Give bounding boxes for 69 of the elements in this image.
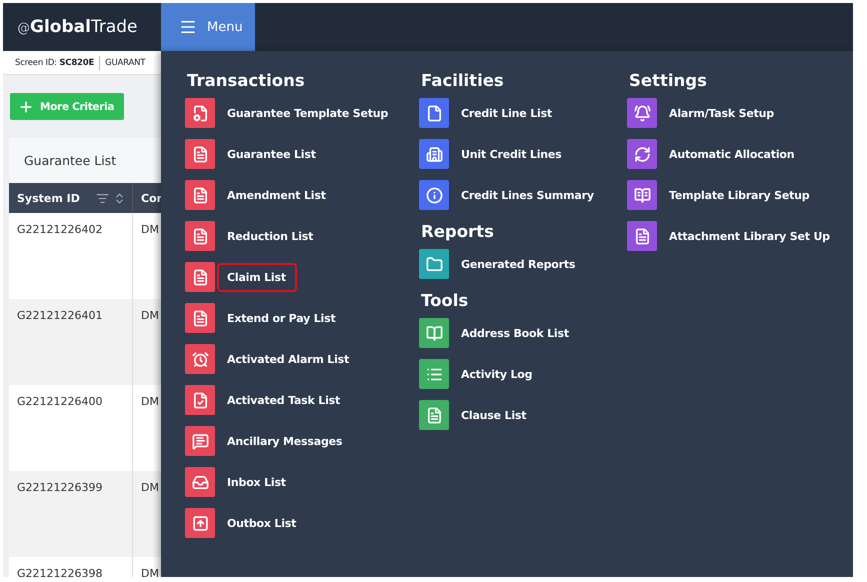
screen-id-label: Screen ID: SC820E [15, 58, 94, 68]
file-icon[interactable] [419, 98, 449, 128]
menu-item[interactable]: Extend or Pay List [217, 304, 347, 332]
section-title: Facilities [421, 71, 505, 90]
menu-item[interactable]: Activated Task List [217, 386, 352, 414]
table-cell: G22121226401 [17, 309, 103, 322]
document-icon[interactable] [627, 221, 657, 251]
logo: @GlobalTrade [16, 17, 138, 37]
menu-icon [179, 18, 197, 36]
column-header[interactable]: Cor [141, 192, 162, 204]
document-icon[interactable] [185, 221, 215, 251]
menu-item[interactable]: Attachment Library Set Up [659, 222, 841, 250]
table-cell: G22121226402 [17, 223, 103, 236]
menu-item[interactable]: Guarantee List [217, 140, 327, 168]
table-cell: DM [141, 567, 159, 577]
menu-item[interactable]: Reduction List [217, 222, 324, 250]
building-icon[interactable] [419, 139, 449, 169]
folder-icon[interactable] [419, 249, 449, 279]
table-cell: DM [141, 481, 159, 494]
section-title: Settings [629, 71, 708, 90]
table-cell: G22121226398 [17, 567, 103, 577]
menu-item[interactable]: Alarm/Task Setup [659, 98, 785, 128]
table-cell: G22121226400 [17, 395, 103, 408]
alarm-clock-icon[interactable] [185, 344, 215, 374]
document-gear-icon[interactable] [185, 98, 215, 128]
menu-item[interactable]: Guarantee Template Setup [217, 98, 400, 128]
document-icon[interactable] [185, 139, 215, 169]
outbox-icon[interactable] [185, 508, 215, 538]
menu-item[interactable]: Ancillary Messages [217, 426, 354, 456]
menu-item[interactable]: Activated Alarm List [217, 344, 360, 374]
document-icon[interactable] [185, 180, 215, 210]
menu-item[interactable]: Generated Reports [451, 250, 586, 278]
book-icon[interactable] [419, 318, 449, 348]
table-cell: DM [141, 395, 159, 408]
table-cell: DM [141, 309, 159, 322]
menu-item[interactable]: Claim List [217, 262, 297, 292]
menu-item[interactable]: Activity Log [451, 360, 544, 388]
inbox-icon[interactable] [185, 467, 215, 497]
table-cell: DM [141, 223, 159, 236]
menu-item[interactable]: Template Library Setup [659, 180, 820, 210]
menu-button[interactable]: Menu [161, 3, 255, 51]
menu-item[interactable]: Inbox List [217, 468, 297, 496]
refresh-icon[interactable] [627, 139, 657, 169]
menu-item[interactable]: Credit Line List [451, 98, 563, 128]
table-title: Guarantee List [24, 153, 116, 168]
message-icon[interactable] [185, 426, 215, 456]
menu-item[interactable]: Address Book List [451, 318, 580, 348]
menu-item[interactable]: Clause List [451, 400, 538, 430]
document-check-icon[interactable] [185, 385, 215, 415]
plus-icon [18, 98, 34, 114]
filter-icon[interactable] [96, 192, 109, 204]
section-title: Transactions [187, 71, 306, 90]
document-icon[interactable] [419, 400, 449, 430]
bell-icon[interactable] [627, 98, 657, 128]
document-icon[interactable] [185, 303, 215, 333]
list-icon[interactable] [419, 359, 449, 389]
menu-item[interactable]: Credit Lines Summary [451, 180, 605, 210]
menu-item[interactable]: Automatic Allocation [659, 140, 806, 168]
section-title: Tools [421, 291, 470, 310]
document-icon[interactable] [185, 262, 215, 292]
menu-item[interactable]: Unit Credit Lines [451, 140, 573, 168]
info-icon[interactable] [419, 180, 449, 210]
menu-item[interactable]: Amendment List [217, 180, 337, 210]
menu-item[interactable]: Outbox List [217, 508, 308, 538]
section-title: Reports [421, 222, 495, 241]
reader-icon[interactable] [627, 180, 657, 210]
table-cell: G22121226399 [17, 481, 103, 494]
column-header[interactable]: System ID [17, 192, 80, 204]
screen-title: GUARANT [105, 58, 146, 68]
